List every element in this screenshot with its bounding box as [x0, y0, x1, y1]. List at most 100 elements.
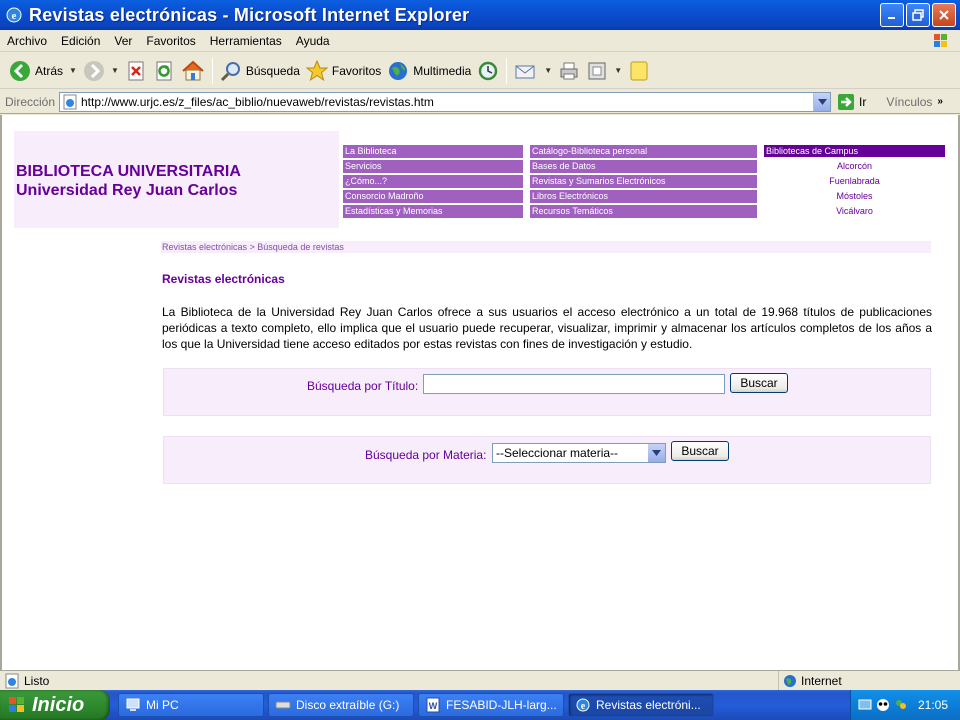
removable-drive-icon — [275, 701, 291, 709]
minimize-button[interactable] — [880, 3, 904, 27]
page-done-icon — [5, 673, 19, 688]
nav-recursos-tematicos[interactable]: Recursos Temáticos — [530, 205, 757, 218]
nav-catalogo[interactable]: Catálogo-Biblioteca personal — [530, 145, 757, 158]
nav-la-biblioteca[interactable]: La Biblioteca — [343, 145, 523, 158]
nav-consorcio-madrono[interactable]: Consorcio Madroño — [343, 190, 523, 203]
back-button[interactable]: Atrás ▼ — [6, 56, 80, 86]
history-icon — [479, 61, 498, 80]
subject-select[interactable]: --Seleccionar materia-- — [492, 443, 666, 463]
stop-button[interactable] — [122, 56, 150, 86]
refresh-button[interactable] — [150, 56, 178, 86]
svg-text:W: W — [429, 701, 438, 711]
tray-messenger-icon[interactable] — [893, 697, 909, 713]
print-button[interactable] — [555, 56, 583, 86]
menu-ayuda[interactable]: Ayuda — [289, 34, 337, 48]
links-toolbar[interactable]: Vínculos » — [886, 95, 943, 109]
links-label: Vínculos — [886, 94, 933, 109]
task-disco-extraible[interactable]: Disco extraíble (G:) — [268, 693, 414, 717]
internet-globe-icon — [784, 674, 796, 687]
search-button[interactable]: Búsqueda — [217, 56, 303, 86]
library-title: BIBLIOTECA UNIVERSITARIA Universidad Rey… — [16, 163, 241, 199]
nav-bases-de-datos[interactable]: Bases de Datos — [530, 160, 757, 173]
window-title: Revistas electrónicas - Microsoft Intern… — [29, 4, 470, 25]
nav-column-2: Catálogo-Biblioteca personal Bases de Da… — [530, 145, 757, 220]
edit-button[interactable]: ▼ — [583, 56, 625, 86]
chevron-down-icon — [652, 450, 661, 456]
breadcrumb[interactable]: Revistas electrónicas > Búsqueda de revi… — [161, 241, 931, 253]
multimedia-globe-icon — [389, 61, 408, 80]
go-arrow-icon — [838, 93, 854, 110]
address-label: Dirección — [5, 94, 56, 109]
campus-heading: Bibliotecas de Campus — [764, 145, 945, 157]
multimedia-button[interactable]: Multimedia — [384, 56, 474, 86]
close-button[interactable] — [932, 3, 956, 27]
search-subject-label: Búsqueda por Materia: — [365, 448, 487, 462]
chevron-right-icon: » — [937, 96, 943, 107]
svg-text:e: e — [12, 10, 17, 22]
menu-edicion[interactable]: Edición — [54, 34, 107, 48]
home-icon — [182, 60, 204, 80]
address-dropdown-button[interactable] — [813, 92, 830, 111]
task-mi-pc[interactable]: Mi PC — [118, 693, 264, 717]
menu-favoritos[interactable]: Favoritos — [139, 34, 202, 48]
campus-vicalvaro[interactable]: Vicálvaro — [764, 205, 945, 217]
taskbar-clock: 21:05 — [917, 698, 948, 712]
home-button[interactable] — [178, 56, 208, 86]
nav-revistas-sumarios[interactable]: Revistas y Sumarios Electrónicos — [530, 175, 757, 188]
nav-libros-electronicos[interactable]: Libros Electrónicos — [530, 190, 757, 203]
windows-logo-icon — [934, 34, 947, 47]
address-input[interactable]: http://www.urjc.es/z_files/ac_biblio/nue… — [59, 91, 831, 112]
computer-icon — [126, 698, 140, 711]
forward-dropdown-icon[interactable]: ▼ — [111, 66, 119, 75]
search-subject-button[interactable]: Buscar — [671, 441, 729, 461]
subject-select-dropdown[interactable] — [648, 444, 665, 462]
mail-dropdown-icon[interactable]: ▼ — [544, 66, 552, 75]
start-button[interactable]: Inicio — [0, 690, 110, 720]
go-button[interactable]: Ir — [837, 93, 866, 111]
menu-ver[interactable]: Ver — [107, 34, 139, 48]
page-icon — [63, 94, 77, 109]
back-dropdown-icon[interactable]: ▼ — [69, 66, 77, 75]
menu-archivo[interactable]: Archivo — [0, 34, 54, 48]
campus-alcorcon[interactable]: Alcorcón — [764, 160, 945, 172]
forward-arrow-icon — [83, 60, 104, 81]
page-title: Revistas electrónicas — [162, 272, 285, 286]
mail-button[interactable]: ▼ — [511, 56, 555, 86]
edit-page-icon — [588, 62, 606, 79]
search-title-label: Búsqueda por Título: — [307, 379, 419, 393]
window-titlebar: e Revistas electrónicas - Microsoft Inte… — [0, 0, 960, 30]
search-title-input[interactable] — [423, 374, 725, 394]
campus-mostoles[interactable]: Móstoles — [764, 190, 945, 202]
task-fesabid[interactable]: W FESABID-JLH-larg... — [418, 693, 564, 717]
internet-explorer-icon: e — [576, 698, 590, 712]
search-by-subject-panel: Búsqueda por Materia: --Seleccionar mate… — [163, 436, 931, 484]
search-title-button[interactable]: Buscar — [730, 373, 788, 393]
subject-select-value: --Seleccionar materia-- — [496, 446, 619, 460]
maximize-button[interactable] — [906, 3, 930, 27]
printer-icon — [560, 62, 578, 79]
address-bar: Dirección http://www.urjc.es/z_files/ac_… — [0, 90, 960, 114]
campus-fuenlabrada[interactable]: Fuenlabrada — [764, 175, 945, 187]
search-by-title-panel: Búsqueda por Título: Buscar — [163, 368, 931, 416]
nav-como[interactable]: ¿Cómo...? — [343, 175, 523, 188]
forward-button[interactable]: ▼ — [80, 56, 122, 86]
nav-servicios[interactable]: Servicios — [343, 160, 523, 173]
taskbar: Inicio Mi PC Disco extraíble (G:) W FESA… — [0, 690, 960, 720]
task-revistas-electronicas[interactable]: e Revistas electróni... — [568, 693, 714, 717]
edit-dropdown-icon[interactable]: ▼ — [614, 66, 622, 75]
messenger-button[interactable] — [625, 56, 653, 86]
tray-panda-icon[interactable] — [875, 697, 891, 713]
nav-estadisticas[interactable]: Estadísticas y Memorias — [343, 205, 523, 218]
library-header: BIBLIOTECA UNIVERSITARIA Universidad Rey… — [14, 131, 339, 228]
back-arrow-icon — [10, 60, 30, 81]
menu-bar: Archivo Edición Ver Favoritos Herramient… — [0, 30, 960, 52]
intro-paragraph: La Biblioteca de la Universidad Rey Juan… — [162, 305, 932, 351]
svg-text:e: e — [581, 701, 586, 712]
internet-explorer-icon: e — [6, 7, 22, 23]
menu-herramientas[interactable]: Herramientas — [203, 34, 289, 48]
favorites-button[interactable]: Favoritos — [303, 56, 384, 86]
history-button[interactable] — [474, 56, 502, 86]
mail-icon — [515, 65, 535, 78]
tray-network-icon[interactable] — [857, 697, 873, 713]
minimize-icon — [888, 17, 895, 19]
